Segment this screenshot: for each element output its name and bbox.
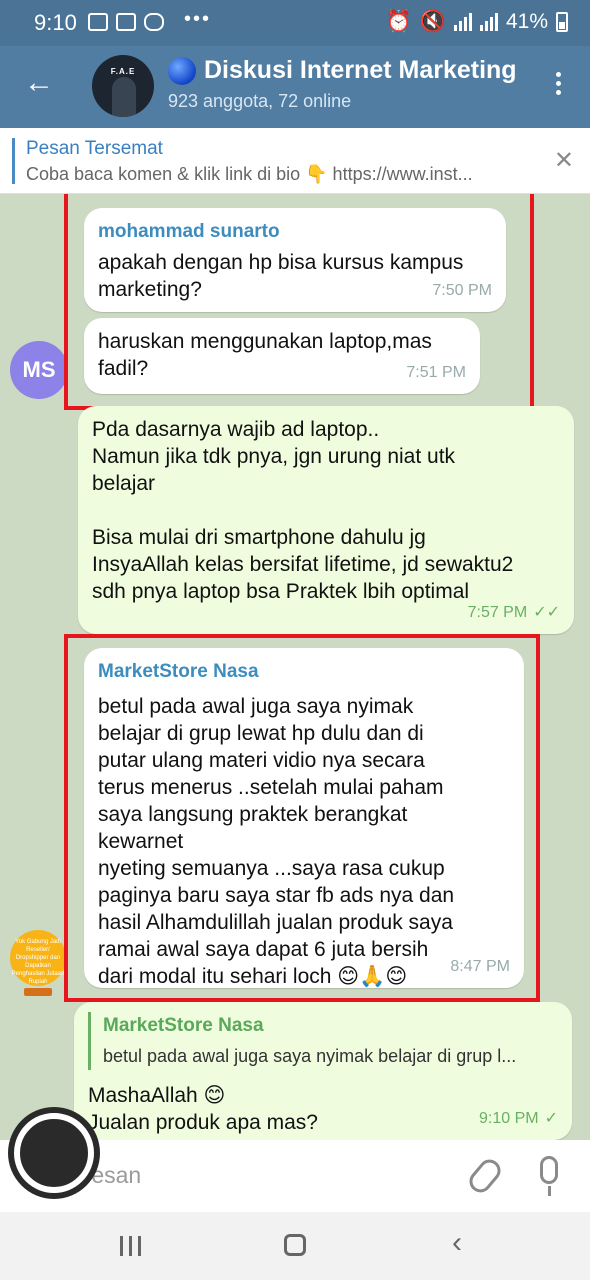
avatar-badge [24, 988, 52, 996]
avatar[interactable]: Yuk Gabung Jadi Reseller/ Dropshipper da… [10, 930, 66, 996]
reply-sender: MarketStore Nasa [103, 1015, 264, 1036]
battery-percent: 41% [505, 10, 548, 33]
check-icon: ✓ [544, 1110, 558, 1127]
pinned-indicator [12, 138, 15, 184]
nav-back-icon[interactable]: ‹ [452, 1226, 462, 1260]
blue-circle-icon [168, 56, 196, 85]
signal-icon [479, 13, 498, 31]
group-subtitle: 923 anggota, 72 online [168, 91, 352, 111]
back-arrow-icon[interactable]: ← [24, 68, 54, 98]
pinned-title: Pesan Tersemat [26, 138, 163, 159]
message-time: 7:57 PM ✓✓ [468, 599, 560, 626]
chat-area[interactable]: mohammad sunarto apakah dengan hp bisa k… [0, 194, 590, 1140]
highlight-box [64, 194, 534, 410]
wifi-icon [453, 13, 472, 31]
avatar[interactable]: MS [10, 341, 68, 399]
microphone-icon[interactable] [540, 1156, 558, 1184]
chat-header: ← F.A.E Diskusi Internet Marketing 923 a… [0, 46, 590, 128]
double-check-icon: ✓✓ [533, 604, 560, 621]
pinned-text: Coba baca komen & klik link di bio 👇 htt… [26, 164, 473, 184]
reply-text: betul pada awal juga saya nyimak belajar… [103, 1046, 517, 1066]
person-icon [112, 77, 136, 117]
message-time-text: 7:57 PM [467, 604, 528, 621]
message-text: Pda dasarnya wajib ad laptop.. Namun jik… [92, 418, 514, 603]
home-icon[interactable] [284, 1234, 306, 1256]
floating-overlay-button[interactable] [14, 1113, 94, 1193]
mail-icon [116, 13, 136, 31]
message-bubble[interactable]: MarketStore Nasa betul pada awal juga sa… [74, 1002, 572, 1140]
mute-icon: 🔇 [419, 10, 446, 33]
discord-icon [144, 13, 164, 31]
highlight-box [64, 634, 540, 1002]
status-bar: 9:10 ••• ⏰ 🔇 41% [0, 0, 590, 46]
message-time: 9:10 PM ✓ [479, 1105, 558, 1132]
message-time-text: 9:10 PM [479, 1110, 539, 1127]
microphone-stand [548, 1186, 551, 1196]
notification-icons: ••• [88, 8, 211, 31]
alarm-icon: ⏰ [385, 10, 412, 33]
gallery-icon [88, 13, 108, 31]
more-notifications-icon: ••• [184, 7, 212, 30]
close-icon[interactable]: ✕ [554, 146, 574, 175]
battery-icon [556, 12, 568, 32]
title-row[interactable]: Diskusi Internet Marketing [168, 56, 517, 85]
group-title: Diskusi Internet Marketing [204, 56, 517, 84]
system-icons: ⏰ 🔇 41% [386, 10, 568, 34]
recent-apps-icon[interactable] [120, 1236, 141, 1256]
more-menu-icon[interactable] [556, 72, 562, 99]
attach-icon[interactable] [465, 1155, 505, 1197]
avatar-text: Yuk Gabung Jadi Reseller/ Dropshipper da… [11, 939, 65, 985]
status-time: 9:10 [34, 10, 77, 35]
message-bubble[interactable]: Pda dasarnya wajib ad laptop.. Namun jik… [78, 406, 574, 634]
reply-preview[interactable]: MarketStore Nasa betul pada awal juga sa… [88, 1012, 558, 1070]
group-avatar[interactable]: F.A.E [92, 55, 154, 117]
system-nav-bar: ‹ [0, 1212, 590, 1280]
group-avatar-text: F.A.E [110, 67, 136, 76]
pinned-message[interactable]: Pesan Tersemat Coba baca komen & klik li… [0, 128, 590, 194]
